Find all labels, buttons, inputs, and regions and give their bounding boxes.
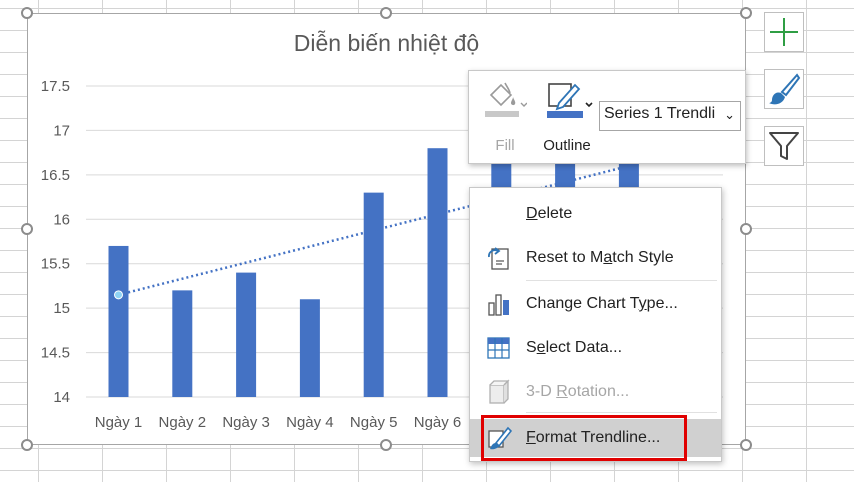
y-tick-label: 14.5: [41, 345, 70, 362]
menu-item-label: 3-D Rotation...: [526, 383, 630, 400]
bar: [108, 245, 129, 397]
chevron-down-icon: ⌄: [724, 107, 735, 122]
3d-rotation-icon: [489, 379, 510, 404]
menu-item-label: Reset to Match Style: [526, 249, 674, 266]
resize-handle-bottom-right[interactable]: [740, 439, 752, 451]
select-data-icon: [487, 337, 510, 359]
x-tick-label: Ngày 6: [414, 414, 462, 431]
y-tick-label: 15.5: [41, 256, 70, 273]
paint-bucket-icon: [485, 82, 528, 117]
outline-label: Outline: [543, 137, 591, 154]
resize-handle-top-left[interactable]: [21, 7, 33, 19]
bar: [363, 192, 384, 397]
fill-button[interactable]: Fill: [483, 81, 528, 161]
resize-handle-top[interactable]: [380, 7, 392, 19]
trendline-handle: [114, 290, 123, 300]
y-tick-label: 16: [53, 211, 70, 228]
paintbrush-icon: [769, 73, 801, 105]
bar: [427, 148, 448, 397]
y-tick-label: 15: [53, 300, 70, 317]
y-tick-label: 14: [53, 389, 70, 406]
menu-item-reset-style[interactable]: Reset to Match Style: [470, 239, 721, 277]
plus-icon: [770, 18, 798, 46]
bar: [236, 272, 257, 397]
menu-item-delete[interactable]: Delete: [470, 195, 721, 233]
chart-elements-button[interactable]: [764, 12, 804, 52]
menu-item-select-data[interactable]: Select Data...: [470, 329, 721, 367]
menu-separator: [526, 280, 717, 281]
resize-handle-left[interactable]: [21, 223, 33, 235]
outline-pen-icon: [547, 83, 593, 118]
bar: [299, 299, 320, 397]
x-tick-label: Ngày 4: [286, 414, 334, 431]
x-tick-label: Ngày 5: [350, 414, 398, 431]
menu-item-3d-rotation[interactable]: 3-D Rotation...: [470, 373, 721, 411]
resize-handle-top-right[interactable]: [740, 7, 752, 19]
menu-separator: [526, 412, 717, 413]
resize-handle-bottom-left[interactable]: [21, 439, 33, 451]
outline-button[interactable]: Outline: [537, 81, 597, 161]
series-selector-dropdown[interactable]: Series 1 Trendli ⌄: [599, 101, 741, 131]
x-tick-label: Ngày 2: [159, 414, 207, 431]
chart-filters-button[interactable]: [764, 126, 804, 166]
y-tick-label: 17: [53, 122, 70, 139]
annotation-highlight-box: [481, 415, 687, 461]
y-tick-label: 16.5: [41, 167, 70, 184]
reset-style-icon: [488, 247, 509, 270]
fill-label: Fill: [495, 137, 515, 154]
x-tick-label: Ngày 3: [222, 414, 270, 431]
chart-styles-button[interactable]: [764, 69, 804, 109]
menu-item-label: Change Chart Type...: [526, 295, 678, 312]
resize-handle-bottom[interactable]: [380, 439, 392, 451]
menu-item-label: Select Data...: [526, 339, 623, 356]
resize-handle-right[interactable]: [740, 223, 752, 235]
bar-chart-icon: [488, 294, 509, 316]
bar: [172, 290, 193, 397]
series-selector-value: Series 1 Trendli: [604, 105, 716, 122]
format-mini-toolbar: Fill Outline Series 1 Trendli ⌄: [468, 70, 746, 164]
funnel-icon: [769, 132, 799, 160]
x-tick-label: Ngày 1: [95, 414, 143, 431]
menu-item-label: Delete: [526, 205, 573, 222]
y-tick-label: 17.5: [41, 78, 70, 95]
menu-item-change-chart-type[interactable]: Change Chart Type...: [470, 285, 721, 323]
